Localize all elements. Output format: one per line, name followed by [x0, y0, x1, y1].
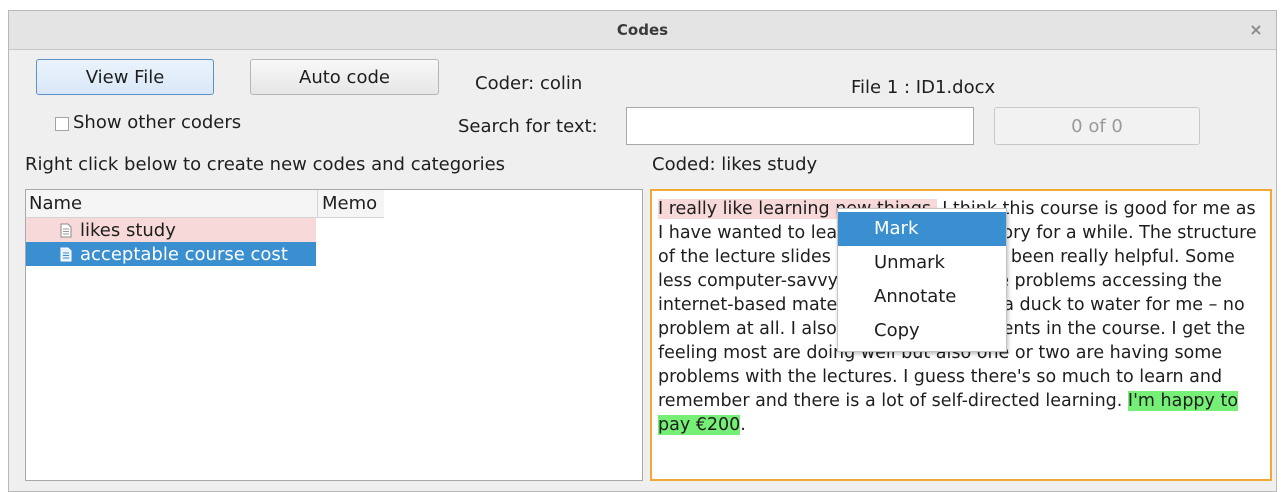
context-menu: Mark Unmark Annotate Copy: [837, 208, 1007, 352]
document-icon: [60, 247, 72, 261]
auto-code-button[interactable]: Auto code: [250, 59, 439, 95]
column-header-name[interactable]: Name: [26, 190, 318, 217]
instructions-label: Right click below to create new codes an…: [25, 154, 506, 175]
view-file-button[interactable]: View File: [36, 59, 214, 95]
codes-tree[interactable]: Name Memo likes study acceptable course …: [25, 189, 643, 481]
menu-item-unmark[interactable]: Unmark: [838, 246, 1006, 280]
document-text-end: .: [740, 415, 746, 435]
window-title: Codes: [616, 21, 669, 39]
tree-item-label: acceptable course cost: [80, 243, 288, 265]
tree-item-acceptable-course-cost[interactable]: acceptable course cost: [26, 242, 316, 266]
title-bar: Codes ×: [9, 11, 1276, 50]
search-label: Search for text:: [458, 116, 598, 137]
tree-header: Name Memo: [26, 190, 384, 218]
tree-item-likes-study[interactable]: likes study: [26, 218, 316, 242]
tree-item-label: likes study: [80, 219, 176, 241]
document-icon: [60, 223, 72, 237]
file-label: File 1 : ID1.docx: [851, 77, 996, 98]
show-other-coders-label[interactable]: Show other coders: [73, 112, 241, 133]
show-other-coders-checkbox[interactable]: [55, 117, 69, 131]
codes-dialog: Codes × View File Auto code Coder: colin…: [8, 10, 1277, 492]
menu-item-mark[interactable]: Mark: [838, 212, 1006, 246]
close-icon[interactable]: ×: [1246, 20, 1266, 40]
column-header-memo[interactable]: Memo: [319, 190, 384, 217]
menu-item-copy[interactable]: Copy: [838, 314, 1006, 348]
coder-label: Coder: colin: [475, 73, 583, 94]
coded-label: Coded: likes study: [652, 154, 818, 175]
search-counter-button[interactable]: 0 of 0: [994, 107, 1200, 145]
menu-item-annotate[interactable]: Annotate: [838, 280, 1006, 314]
search-input[interactable]: [626, 107, 974, 145]
